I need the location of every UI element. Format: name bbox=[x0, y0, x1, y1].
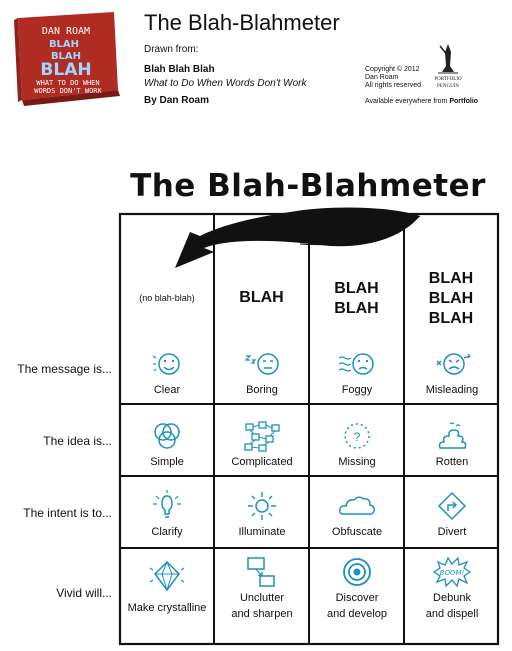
page-title: The Blah-Blahmeter bbox=[144, 10, 340, 35]
boom-burst-icon: BOOM! bbox=[432, 556, 472, 588]
author-line: By Dan Roam bbox=[144, 95, 210, 106]
book-title-1: BLAH bbox=[49, 39, 79, 50]
cell-message-clear: Clear bbox=[120, 348, 214, 398]
target-icon bbox=[343, 558, 371, 586]
cell-vivid-discover: Discover and develop bbox=[310, 556, 404, 622]
cell-text: Divert bbox=[437, 526, 467, 538]
book-cover: DAN ROAM BLAH BLAH BLAH WHAT TO DO WHEN … bbox=[6, 8, 124, 108]
row-label-intent: The intent is to... bbox=[23, 506, 112, 520]
publisher-logo: PORTFOLIO PENGUIN bbox=[428, 42, 468, 90]
cell-message-boring: Boring bbox=[215, 348, 309, 398]
book-title: Blah Blah Blah bbox=[144, 64, 215, 75]
sleepy-face-icon bbox=[244, 353, 279, 375]
cell-message-foggy: Foggy bbox=[310, 348, 404, 398]
cell-text: Clarify bbox=[151, 526, 183, 538]
row-label-vivid: Vivid will... bbox=[56, 586, 112, 600]
cell-intent-clarify: Clarify bbox=[120, 490, 214, 540]
row-label-idea: The idea is... bbox=[43, 434, 112, 448]
book-title-3: BLAH bbox=[40, 60, 91, 80]
cell-text: Foggy bbox=[341, 384, 373, 396]
boxes-arrow-icon bbox=[247, 557, 275, 587]
book-sub-1: WHAT TO DO WHEN bbox=[36, 79, 99, 87]
cell-text: Make crystalline bbox=[127, 602, 207, 614]
cell-idea-rotten: Rotten bbox=[405, 420, 499, 470]
copyright-line: Copyright © 2012 bbox=[365, 66, 420, 73]
cell-text: Simple bbox=[150, 456, 184, 468]
cell-idea-missing: ? Missing bbox=[310, 420, 404, 470]
svg-text:PORTFOLIO: PORTFOLIO bbox=[434, 77, 462, 82]
cell-vivid-crystalline: Make crystalline bbox=[120, 560, 214, 616]
cell-intent-divert: Divert bbox=[405, 490, 499, 540]
foggy-face-icon bbox=[338, 353, 374, 375]
cloud-icon bbox=[339, 496, 375, 515]
cell-idea-simple: Simple bbox=[120, 420, 214, 470]
confused-face-icon bbox=[436, 353, 471, 375]
dashed-question-icon: ? bbox=[344, 423, 370, 449]
swoosh-arrow bbox=[175, 207, 420, 268]
lightbulb-icon bbox=[153, 490, 181, 518]
poop-icon bbox=[438, 422, 467, 449]
cell-message-misleading: Misleading bbox=[405, 348, 499, 398]
row-label-message: The message is... bbox=[17, 362, 112, 376]
column-heading-blah: BLAH bbox=[239, 289, 284, 306]
crystal-icon bbox=[149, 560, 185, 592]
smiley-face-icon bbox=[152, 353, 180, 375]
svg-text:PENGUIN: PENGUIN bbox=[437, 84, 459, 89]
cell-text: Debunk and dispell bbox=[425, 592, 479, 620]
cell-intent-illuminate: Illuminate bbox=[215, 490, 309, 540]
cell-vivid-debunk: BOOM! Debunk and dispell bbox=[405, 556, 499, 622]
cell-text: Clear bbox=[153, 384, 181, 396]
availability-text: Available everywhere from bbox=[365, 98, 448, 105]
cell-vivid-unclutter: Unclutter and sharpen bbox=[215, 556, 309, 622]
sun-icon bbox=[248, 492, 276, 520]
meter-title: The Blah-Blahmeter bbox=[130, 168, 486, 204]
cell-idea-complicated: Complicated bbox=[215, 420, 309, 470]
svg-text:BOOM!: BOOM! bbox=[440, 569, 465, 577]
book-subtitle: What to Do When Words Don't Work bbox=[144, 78, 307, 89]
copyright-notice: Copyright © 2012 Dan Roam All rights res… bbox=[365, 66, 421, 90]
copyright-line: All rights reserved bbox=[365, 82, 422, 89]
cell-text: Discover and develop bbox=[327, 592, 387, 620]
cell-text: Illuminate bbox=[238, 526, 286, 538]
cell-text: Misleading bbox=[425, 384, 479, 396]
book-sub-2: WORDS DON'T WORK bbox=[34, 87, 102, 95]
tangled-boxes-icon bbox=[244, 421, 280, 452]
cell-text: Boring bbox=[246, 384, 278, 396]
cell-text: Complicated bbox=[231, 456, 293, 468]
svg-text:?: ? bbox=[354, 430, 361, 444]
turn-sign-icon bbox=[437, 491, 467, 521]
column-heading-no-blah: (no blah-blah) bbox=[139, 293, 195, 303]
cell-intent-obfuscate: Obfuscate bbox=[310, 490, 404, 540]
column-heading-blah-blah-blah: BLAH BLAH BLAH bbox=[428, 270, 474, 327]
availability-note: Available everywhere from Portfolio bbox=[365, 98, 478, 105]
copyright-line: Dan Roam bbox=[365, 74, 399, 81]
availability-publisher: Portfolio bbox=[449, 98, 479, 105]
cell-text: Unclutter and sharpen bbox=[231, 592, 293, 620]
cell-text: Missing bbox=[338, 456, 376, 468]
column-heading-blah-blah: BLAH BLAH bbox=[334, 280, 379, 317]
book-author: DAN ROAM bbox=[42, 26, 90, 37]
venn-circles-icon bbox=[154, 423, 180, 449]
cell-text: Rotten bbox=[435, 456, 469, 468]
drawn-from-label: Drawn from: bbox=[144, 44, 199, 55]
cell-text: Obfuscate bbox=[331, 526, 383, 538]
